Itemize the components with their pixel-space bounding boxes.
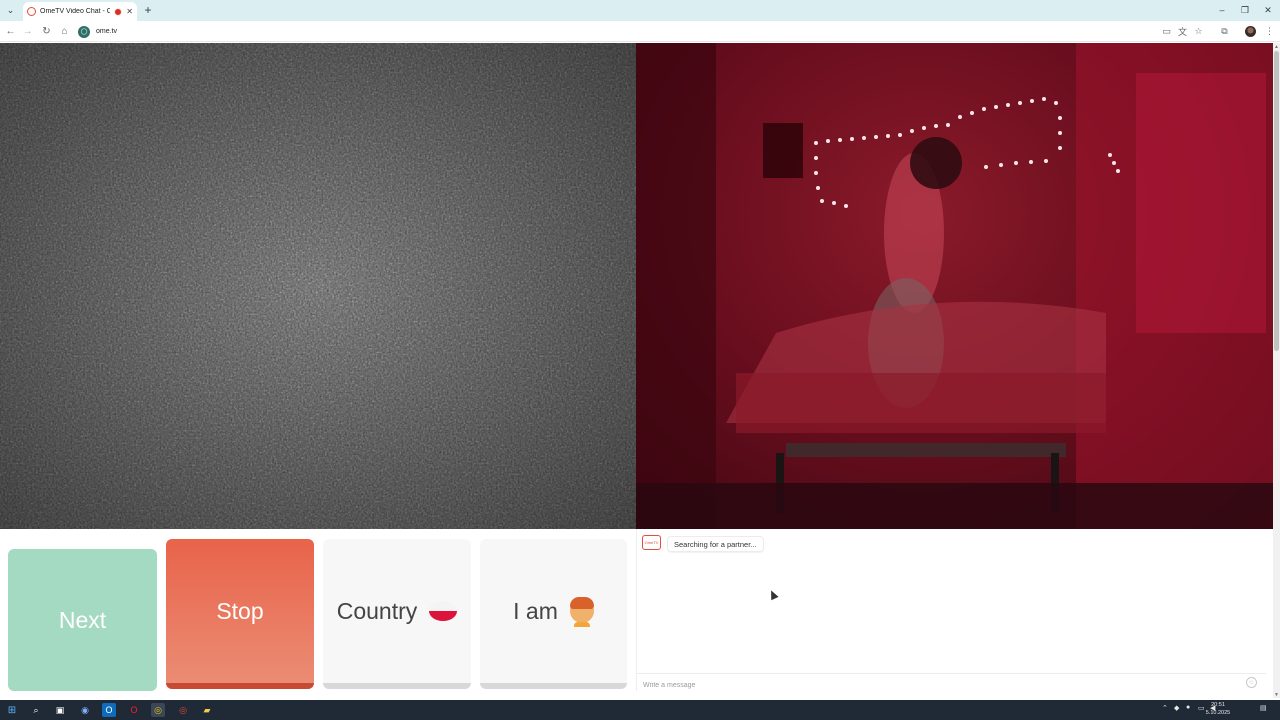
page-scrollbar[interactable]: ▲ ▼ [1273,43,1280,698]
close-tab-icon[interactable]: ✕ [126,7,133,16]
tab-title: OmeTV Video Chat - Omegle [40,8,111,15]
translate-icon[interactable]: 文 [1176,25,1189,38]
ometv-page: Next Stop Country I am OmeTV Searching f… [0,43,1273,698]
chat-panel: OmeTV Searching for a partner... ☺ [636,529,1266,694]
clock-time: 20:51 [1211,702,1225,708]
message-input-bar: ☺ [637,673,1266,694]
minimize-icon[interactable]: – [1215,3,1229,17]
browser-tab[interactable]: OmeTV Video Chat - Omegle ✕ [23,2,137,21]
taskbar-clock[interactable]: 20:51 5.10.2025 [1203,701,1233,717]
windows-logo-icon[interactable]: ⊞ [5,703,19,717]
clock-date: 5.10.2025 [1205,710,1231,716]
country-filter-button[interactable]: Country [323,539,471,689]
browser-toolbar: ← → ↻ ⌂ ◯ ome.tv ▭ 文 ☆ ⧉ ⋮ [0,21,1280,42]
chrome-icon[interactable]: ◎ [151,703,165,717]
boy-avatar-icon [569,597,594,627]
profile-avatar[interactable] [1245,26,1256,37]
notification-icon[interactable]: ▤ [1260,704,1267,712]
country-button-label: Country [336,597,418,624]
file-explorer-icon[interactable]: ▰ [200,703,214,717]
home-icon[interactable]: ⌂ [57,24,72,39]
browser-menu-icon[interactable]: ⋮ [1263,25,1276,38]
task-view-icon[interactable]: ▣ [53,703,67,717]
microphone-icon[interactable]: ● [1186,704,1190,711]
tray-overflow-icon[interactable]: ⌃ [1162,704,1168,712]
forward-arrow-icon[interactable]: → [20,24,35,39]
opera-icon[interactable]: O [127,703,141,717]
windows-taskbar: ⊞ ⌕ ▣ ◉ O O ◎ ◎ ▰ ⌃ ◆ ● ▭ ◀ 20:51 5.10.2… [0,700,1280,720]
emoji-icon[interactable]: ☺ [1246,677,1257,688]
i-am-button-label: I am [513,597,558,624]
search-icon[interactable]: ⌕ [29,703,43,717]
site-info-icon[interactable]: ◯ [78,25,90,38]
local-camera-video [0,43,636,529]
stop-button-label: Stop [216,597,264,624]
copilot-icon[interactable]: ◉ [78,703,92,717]
restore-icon[interactable]: ❐ [1238,3,1252,17]
reload-icon[interactable]: ↻ [39,24,54,39]
close-window-icon[interactable]: ✕ [1261,3,1275,17]
tab-search-chevron-icon[interactable]: ⌄ [3,3,18,18]
next-button[interactable]: Next [8,549,157,691]
ometv-logo-icon: OmeTV [642,535,661,550]
ometv-favicon-icon [27,7,36,16]
outlook-icon[interactable]: O [102,703,116,717]
browser-tab-strip: ⌄ OmeTV Video Chat - Omegle ✕ + – ❐ ✕ [0,0,1280,21]
poland-flag-icon [429,601,458,621]
gender-select-button[interactable]: I am [480,539,627,689]
chrome-alt-icon[interactable]: ◎ [176,703,190,717]
remote-camera-video [636,43,1273,529]
stop-button[interactable]: Stop [166,539,314,689]
cast-icon[interactable]: ▭ [1160,25,1173,38]
extensions-icon[interactable]: ⧉ [1218,25,1231,38]
new-tab-button[interactable]: + [141,3,155,17]
recording-indicator-icon [114,7,123,16]
bookmark-star-icon[interactable]: ☆ [1192,25,1205,38]
scroll-down-icon[interactable]: ▼ [1273,691,1280,698]
scrollbar-thumb[interactable] [1274,51,1279,351]
message-input[interactable] [637,677,1227,694]
url-text: ome.tv [96,28,118,35]
address-bar[interactable]: ◯ ome.tv [78,23,1178,40]
next-button-label: Next [58,606,107,633]
tray-app-icon[interactable]: ◆ [1174,704,1179,712]
status-message: Searching for a partner... [667,536,764,552]
back-arrow-icon[interactable]: ← [3,24,18,39]
scroll-up-icon[interactable]: ▲ [1273,43,1280,50]
